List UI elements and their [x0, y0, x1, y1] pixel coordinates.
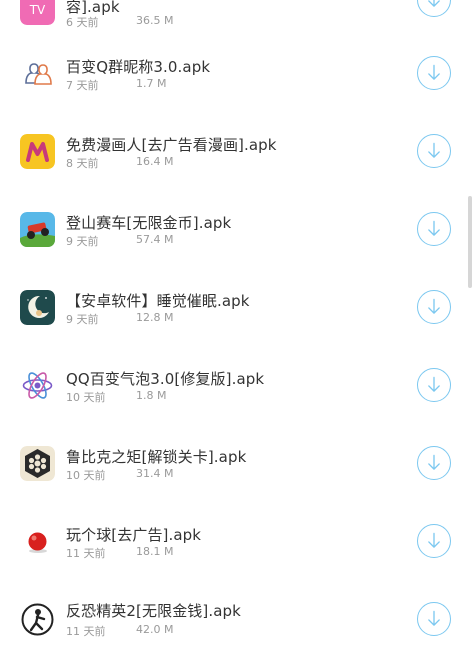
apk-name: QQ百变气泡3.0[修复版].apk	[66, 370, 265, 388]
apk-name: 【安卓软件】睡觉催眠.apk	[66, 292, 250, 310]
apk-age: 6 天前	[66, 16, 99, 29]
apk-size: 16.4 M	[136, 155, 174, 168]
list-item[interactable]: 登山赛车[无限金币].apk 9 天前 57.4 M	[0, 204, 466, 282]
download-arrow-icon	[428, 532, 440, 548]
apk-age: 7 天前	[66, 79, 99, 92]
apk-name: 玩个球[去广告].apk	[66, 526, 202, 544]
apk-meta: 6 天前 36.5 M	[66, 14, 173, 30]
manhuaren-m-icon	[20, 134, 55, 169]
download-arrow-icon	[428, 142, 440, 158]
apk-meta: 11 天前 42.0 M	[66, 623, 173, 639]
rubik-flower-icon	[20, 446, 55, 481]
apk-size: 31.4 M	[136, 467, 174, 480]
hill-climb-car-icon	[20, 212, 55, 247]
apk-age: 11 天前	[66, 547, 106, 560]
apk-age: 9 天前	[66, 235, 99, 248]
apk-size: 1.7 M	[136, 77, 167, 90]
apk-age: 11 天前	[66, 625, 106, 638]
download-button[interactable]	[417, 368, 451, 402]
apk-name: 免费漫画人[去广告看漫画].apk	[66, 136, 277, 154]
atom-bubble-icon	[20, 368, 55, 403]
soldier-icon	[20, 602, 55, 637]
download-button[interactable]	[417, 212, 451, 246]
download-arrow-icon	[428, 0, 440, 7]
svg-text:TV: TV	[29, 3, 46, 17]
apk-age: 10 天前	[66, 391, 106, 404]
download-button[interactable]	[417, 524, 451, 558]
list-item[interactable]: 免费漫画人[去广告看漫画].apk 8 天前 16.4 M	[0, 126, 466, 204]
apk-meta: 9 天前 12.8 M	[66, 311, 173, 327]
apk-size: 12.8 M	[136, 311, 174, 324]
apk-size: 42.0 M	[136, 623, 174, 636]
moon-sleep-icon	[20, 290, 55, 325]
list-item[interactable]: 百变Q群昵称3.0.apk 7 天前 1.7 M	[0, 48, 466, 126]
list-item[interactable]: TV 容].apk 6 天前 36.5 M	[0, 0, 466, 48]
qq-group-users-icon	[20, 56, 55, 91]
download-arrow-icon	[428, 454, 440, 470]
download-button[interactable]	[417, 56, 451, 90]
list-item[interactable]: 【安卓软件】睡觉催眠.apk 9 天前 12.8 M	[0, 282, 466, 360]
apk-name: 百变Q群昵称3.0.apk	[66, 58, 211, 76]
download-button[interactable]	[417, 134, 451, 168]
apk-age: 10 天前	[66, 469, 106, 482]
apk-meta: 10 天前 1.8 M	[66, 389, 166, 405]
list-item[interactable]: 玩个球[去广告].apk 11 天前 18.1 M	[0, 516, 466, 594]
tv-pink-app-icon: TV	[20, 0, 55, 25]
download-arrow-icon	[428, 376, 440, 392]
apk-age: 9 天前	[66, 313, 99, 326]
apk-meta: 8 天前 16.4 M	[66, 155, 173, 171]
apk-meta: 9 天前 57.4 M	[66, 233, 173, 249]
download-arrow-icon	[428, 220, 440, 236]
apk-size: 57.4 M	[136, 233, 174, 246]
download-list: TV 容].apk 6 天前 36.5 M 百变Q群昵称3.0.apk 7 天前…	[0, 0, 472, 638]
apk-name: 鲁比克之矩[解锁关卡].apk	[66, 448, 247, 466]
download-arrow-icon	[428, 64, 440, 80]
download-button[interactable]	[417, 290, 451, 324]
list-item[interactable]: 反恐精英2[无限金钱].apk 11 天前 42.0 M	[0, 594, 466, 672]
scrollbar[interactable]	[468, 196, 472, 288]
apk-meta: 11 天前 18.1 M	[66, 545, 173, 561]
list-item[interactable]: QQ百变气泡3.0[修复版].apk 10 天前 1.8 M	[0, 360, 466, 438]
apk-size: 18.1 M	[136, 545, 174, 558]
download-arrow-icon	[428, 298, 440, 314]
apk-age: 8 天前	[66, 157, 99, 170]
download-button[interactable]	[417, 446, 451, 480]
apk-size: 36.5 M	[136, 14, 174, 27]
apk-meta: 10 天前 31.4 M	[66, 467, 173, 483]
download-arrow-icon	[428, 610, 440, 626]
apk-name: 登山赛车[无限金币].apk	[66, 214, 232, 232]
apk-size: 1.8 M	[136, 389, 167, 402]
download-button[interactable]	[417, 602, 451, 636]
red-ball-icon	[20, 524, 55, 559]
apk-meta: 7 天前 1.7 M	[66, 77, 166, 93]
list-item[interactable]: 鲁比克之矩[解锁关卡].apk 10 天前 31.4 M	[0, 438, 466, 516]
download-button[interactable]	[417, 0, 451, 17]
apk-name: 反恐精英2[无限金钱].apk	[66, 602, 241, 620]
